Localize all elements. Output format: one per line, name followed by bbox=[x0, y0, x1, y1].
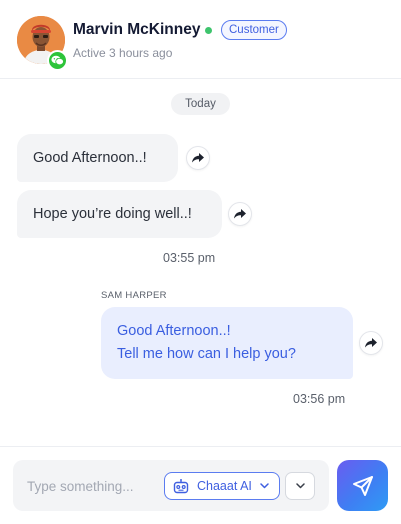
message-timestamp: 03:56 pm bbox=[293, 392, 346, 406]
send-button[interactable] bbox=[337, 460, 388, 511]
composer: Chaaat AI bbox=[13, 460, 329, 511]
message-input[interactable] bbox=[27, 476, 167, 496]
outgoing-message-line: Tell me how can I help you? bbox=[117, 346, 296, 362]
wechat-icon bbox=[47, 50, 68, 71]
incoming-message: Hope you’re doing well..! bbox=[17, 190, 222, 238]
role-badge: Customer bbox=[221, 20, 287, 40]
online-status-indicator bbox=[205, 27, 212, 34]
forward-icon[interactable] bbox=[359, 331, 383, 355]
date-divider: Today bbox=[171, 93, 230, 115]
chevron-down-icon bbox=[260, 483, 269, 489]
send-icon bbox=[352, 475, 374, 497]
chaaat-ai-button[interactable]: Chaaat AI bbox=[164, 472, 280, 500]
composer-divider bbox=[0, 446, 401, 447]
options-dropdown-button[interactable] bbox=[285, 472, 315, 500]
forward-icon[interactable] bbox=[186, 146, 210, 170]
contact-name[interactable]: Marvin McKinney bbox=[73, 21, 200, 39]
chat-header: Marvin McKinney Customer Active 3 hours … bbox=[0, 0, 401, 79]
chevron-down-icon bbox=[295, 483, 305, 489]
sender-name: SAM HARPER bbox=[101, 290, 167, 301]
incoming-message: Good Afternoon..! bbox=[17, 134, 178, 182]
message-timestamp: 03:55 pm bbox=[163, 251, 216, 265]
forward-icon[interactable] bbox=[228, 202, 252, 226]
outgoing-message: Good Afternoon..! Tell me how can I help… bbox=[101, 307, 353, 379]
contact-avatar-wrapper[interactable] bbox=[17, 16, 68, 71]
chaaat-ai-label: Chaaat AI bbox=[197, 479, 252, 493]
robot-icon bbox=[173, 478, 189, 494]
outgoing-message-line: Good Afternoon..! bbox=[117, 323, 231, 339]
last-active-status: Active 3 hours ago bbox=[73, 46, 173, 60]
